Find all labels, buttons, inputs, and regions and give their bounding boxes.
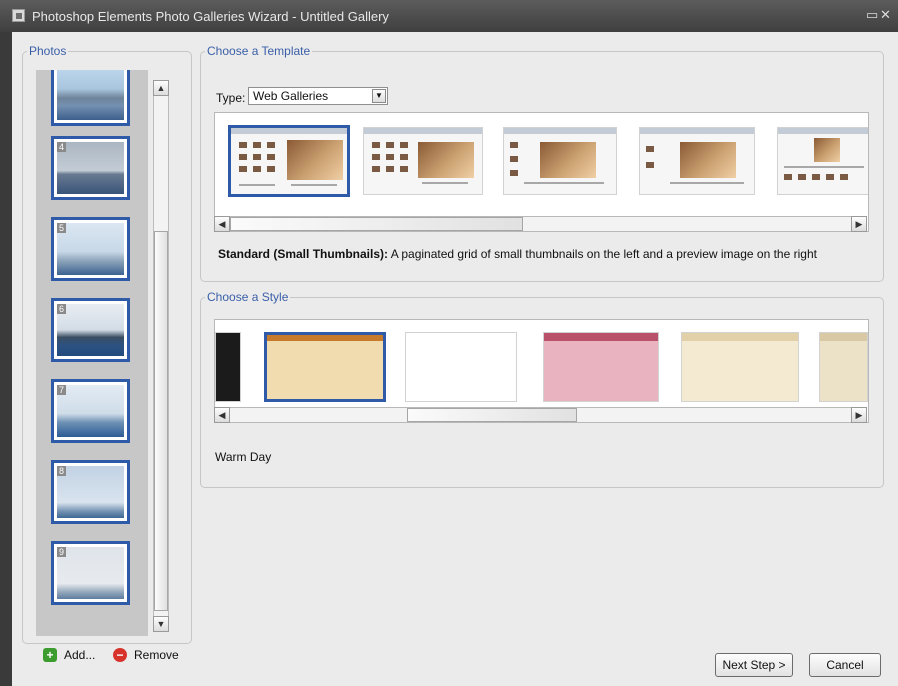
scroll-down-icon[interactable]: ▼	[153, 616, 169, 632]
template-option[interactable]	[777, 127, 868, 195]
template-option[interactable]	[639, 127, 755, 195]
photo-thumbnail[interactable]: 9	[51, 541, 130, 605]
photo-image	[57, 70, 124, 120]
style-option[interactable]	[681, 332, 799, 402]
style-legend: Choose a Style	[207, 290, 289, 304]
photo-number: 8	[57, 466, 67, 476]
scroll-left-icon[interactable]: ◀	[214, 216, 230, 232]
photo-thumbnail[interactable]: 7	[51, 379, 130, 443]
style-name: Warm Day	[215, 450, 272, 464]
photos-legend: Photos	[29, 44, 67, 58]
next-step-button[interactable]: Next Step >	[715, 653, 793, 677]
photo-number: 9	[57, 547, 67, 557]
photo-image: 5	[57, 223, 124, 275]
scroll-thumb[interactable]	[230, 217, 523, 231]
photo-image: 6	[57, 304, 124, 356]
photos-list[interactable]: 4 5 6 7 8 9	[36, 70, 148, 636]
scroll-thumb[interactable]	[407, 408, 577, 422]
style-option[interactable]	[543, 332, 659, 402]
template-option[interactable]	[503, 127, 617, 195]
style-option[interactable]	[405, 332, 517, 402]
add-button[interactable]: + Add...	[43, 648, 95, 662]
scroll-right-icon[interactable]: ▶	[851, 216, 867, 232]
wizard-window: Photos 4 5 6 7 8 9 ▲ ▼ + Add... − Remove…	[12, 32, 898, 686]
style-option[interactable]	[215, 332, 241, 402]
photo-image: 7	[57, 385, 124, 437]
close-icon[interactable]: ✕	[880, 8, 891, 22]
template-detail: A paginated grid of small thumbnails on …	[390, 247, 817, 261]
template-option[interactable]	[363, 127, 483, 195]
photo-image: 4	[57, 142, 124, 194]
photo-number: 7	[57, 385, 67, 395]
style-option[interactable]	[819, 332, 868, 402]
style-panel: Choose a Style ◀ ▶ Warm Day	[200, 290, 884, 488]
scroll-left-icon[interactable]: ◀	[214, 407, 230, 423]
style-option[interactable]	[264, 332, 386, 402]
photo-number: 5	[57, 223, 67, 233]
photo-thumbnail[interactable]: 5	[51, 217, 130, 281]
restore-icon[interactable]: ▭	[866, 8, 878, 22]
scroll-thumb[interactable]	[154, 231, 168, 611]
add-icon: +	[43, 648, 57, 662]
photo-thumbnail[interactable]: 6	[51, 298, 130, 362]
template-option[interactable]	[228, 125, 350, 197]
scroll-up-icon[interactable]: ▲	[153, 80, 169, 96]
chevron-down-icon[interactable]: ▼	[372, 89, 386, 103]
remove-button[interactable]: − Remove	[113, 648, 179, 662]
photo-number: 6	[57, 304, 67, 314]
style-hscrollbar[interactable]: ◀ ▶	[214, 407, 867, 423]
photo-number: 4	[57, 142, 67, 152]
photos-panel: Photos 4 5 6 7 8 9 ▲ ▼ + Add... − Remove	[22, 44, 192, 662]
template-strip[interactable]	[214, 112, 869, 232]
template-legend: Choose a Template	[207, 44, 311, 58]
window-title: Photoshop Elements Photo Galleries Wizar…	[32, 9, 389, 24]
template-name: Standard (Small Thumbnails):	[218, 247, 389, 261]
photo-thumbnail[interactable]: 8	[51, 460, 130, 524]
app-icon	[12, 9, 25, 22]
template-description: Standard (Small Thumbnails): A paginated…	[218, 247, 817, 261]
template-hscrollbar[interactable]: ◀ ▶	[214, 216, 867, 232]
photo-thumbnail[interactable]	[51, 70, 130, 126]
scroll-right-icon[interactable]: ▶	[851, 407, 867, 423]
cancel-button[interactable]: Cancel	[809, 653, 881, 677]
photo-image: 9	[57, 547, 124, 599]
photos-scrollbar[interactable]: ▲ ▼	[153, 80, 169, 632]
remove-icon: −	[113, 648, 127, 662]
photo-thumbnail[interactable]: 4	[51, 136, 130, 200]
title-bar: Photoshop Elements Photo Galleries Wizar…	[0, 0, 898, 32]
photo-image: 8	[57, 466, 124, 518]
add-label: Add...	[64, 648, 96, 662]
remove-label: Remove	[134, 648, 179, 662]
type-value: Web Galleries	[253, 89, 329, 103]
type-select[interactable]: Web Galleries ▼	[248, 87, 388, 105]
template-panel: Choose a Template Type: Web Galleries ▼	[200, 44, 884, 282]
type-label: Type:	[216, 91, 246, 105]
